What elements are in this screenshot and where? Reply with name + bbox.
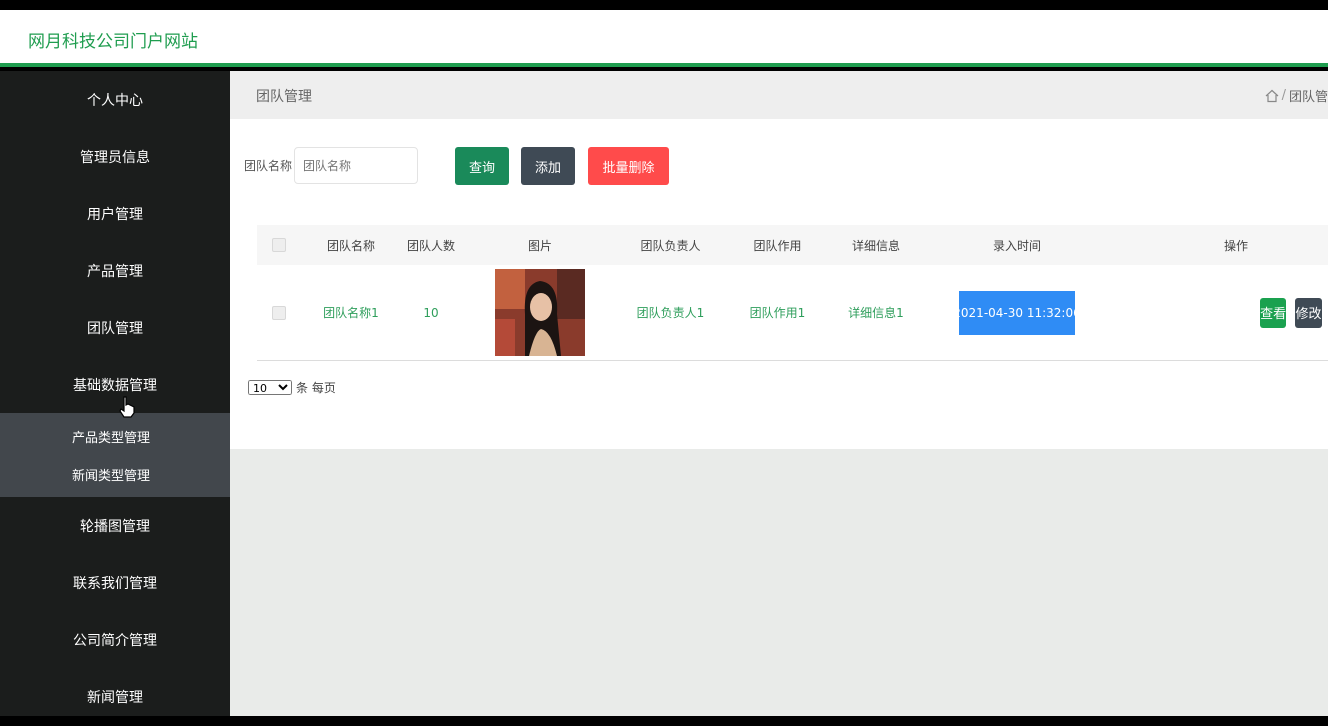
- sidebar-item-basic-data[interactable]: 基础数据管理: [0, 356, 230, 413]
- row-checkbox[interactable]: [272, 305, 286, 320]
- site-header: 网月科技公司门户网站: [0, 10, 1328, 67]
- cell-leader: 团队负责人1: [636, 306, 705, 320]
- edit-button[interactable]: 修改: [1295, 297, 1322, 328]
- row-actions: 查看 修改 删除: [1115, 297, 1328, 328]
- breadcrumb-trail: / 团队管: [1265, 86, 1328, 105]
- home-icon[interactable]: [1265, 89, 1279, 103]
- header-role[interactable]: 团队作用: [722, 237, 833, 254]
- top-letterbox: [0, 0, 1328, 10]
- site-title[interactable]: 网月科技公司门户网站: [28, 27, 198, 52]
- header-team-count[interactable]: 团队人数: [401, 237, 461, 254]
- page-title: 团队管理: [256, 89, 312, 105]
- pagination: 10 条 每页: [248, 379, 336, 396]
- sidebar-item-users[interactable]: 用户管理: [0, 185, 230, 242]
- add-button[interactable]: 添加: [521, 147, 575, 185]
- search-row: 团队名称: [244, 147, 419, 184]
- sidebar-item-products[interactable]: 产品管理: [0, 242, 230, 299]
- sidebar-item-contact[interactable]: 联系我们管理: [0, 554, 230, 611]
- breadcrumb-current: 团队管: [1288, 90, 1328, 105]
- sidebar-item-personal-center[interactable]: 个人中心: [0, 71, 230, 128]
- header-team-name[interactable]: 团队名称: [301, 237, 401, 254]
- query-button[interactable]: 查询: [455, 147, 509, 185]
- sidebar-item-carousel[interactable]: 轮播图管理: [0, 497, 230, 554]
- team-table: 团队名称 团队人数 图片 团队负责人 团队作用 详细信息 录入时间 操作 团队名…: [257, 225, 1328, 361]
- page-size-suffix: 条 每页: [296, 381, 336, 395]
- header-time[interactable]: 录入时间: [919, 237, 1115, 254]
- sidebar-subitem-product-types[interactable]: 产品类型管理: [0, 417, 230, 455]
- page-size-select[interactable]: 10: [248, 380, 292, 395]
- header-leader[interactable]: 团队负责人: [619, 237, 722, 254]
- cell-time: 2021-04-30 11:32:06: [953, 290, 1081, 335]
- breadcrumb: 团队管理 / 团队管: [230, 71, 1328, 119]
- sidebar-submenu: 产品类型管理 新闻类型管理: [0, 413, 230, 497]
- bottom-letterbox: [0, 716, 1328, 726]
- sidebar-item-teams[interactable]: 团队管理: [0, 299, 230, 356]
- select-all-checkbox[interactable]: [272, 238, 286, 252]
- search-label: 团队名称: [244, 159, 293, 173]
- team-panel: 团队名称 查询 添加 批量删除 团队名称 团队人数 图片 团队负责人 团队作用 …: [230, 119, 1328, 449]
- sidebar: 个人中心 管理员信息 用户管理 产品管理 团队管理 基础数据管理 产品类型管理 …: [0, 71, 230, 716]
- cell-team-name: 团队名称1: [323, 306, 379, 320]
- header-image: 图片: [527, 238, 552, 253]
- header-detail[interactable]: 详细信息: [833, 237, 919, 254]
- cell-detail: 详细信息1: [848, 306, 904, 320]
- main-content: 团队管理 / 团队管 团队名称 查询 添加 批量删除 团队名称 团队人数 图片 …: [230, 71, 1328, 716]
- sidebar-item-admin-info[interactable]: 管理员信息: [0, 128, 230, 185]
- cell-role: 团队作用1: [749, 306, 806, 320]
- table-row: 团队名称1 10 团队负责人1 团队作用1 详细信息1 2021-04-30 1…: [257, 265, 1328, 361]
- team-photo[interactable]: [495, 269, 585, 356]
- view-button[interactable]: 查看: [1260, 297, 1287, 328]
- sidebar-item-company-intro[interactable]: 公司简介管理: [0, 611, 230, 668]
- header-actions: 操作: [1223, 238, 1248, 253]
- breadcrumb-separator: /: [1281, 88, 1286, 103]
- table-header: 团队名称 团队人数 图片 团队负责人 团队作用 详细信息 录入时间 操作: [257, 225, 1328, 265]
- cell-team-count: 10: [423, 305, 439, 320]
- batch-delete-button[interactable]: 批量删除: [588, 147, 669, 185]
- sidebar-subitem-news-types[interactable]: 新闻类型管理: [0, 455, 230, 493]
- hand-cursor-icon: [119, 396, 135, 418]
- team-name-search-input[interactable]: [294, 147, 419, 184]
